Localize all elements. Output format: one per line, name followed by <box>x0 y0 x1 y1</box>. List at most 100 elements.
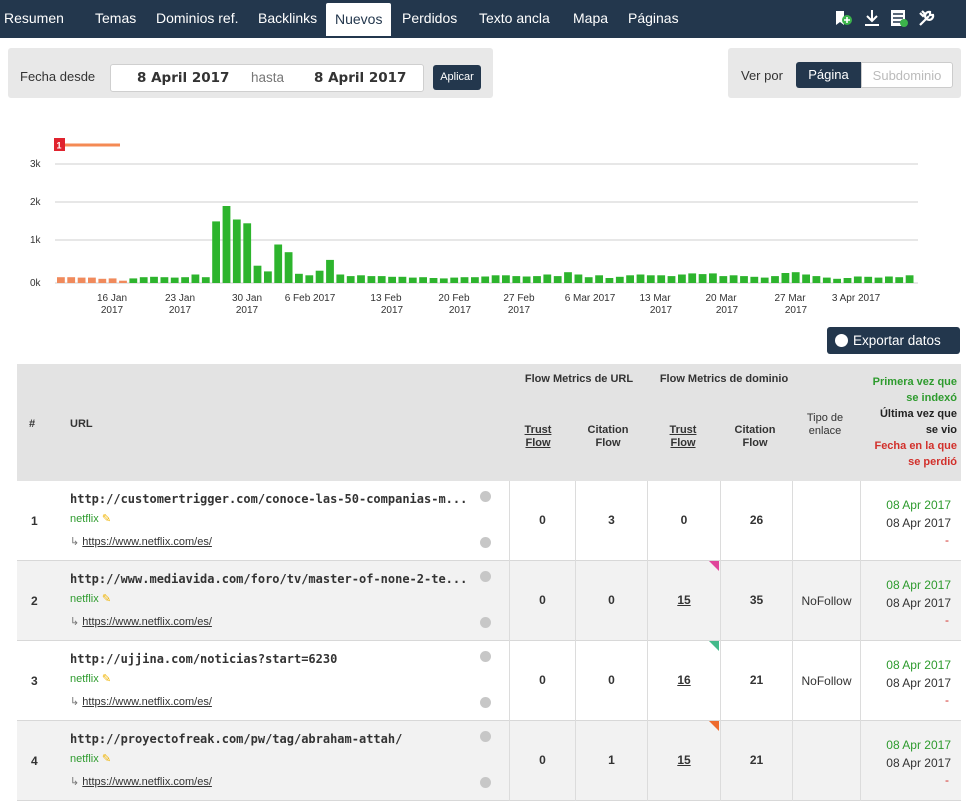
chart-bar[interactable] <box>885 276 893 284</box>
chart-bar[interactable] <box>626 275 634 283</box>
chart-bar[interactable] <box>191 274 200 284</box>
chart-bar[interactable] <box>636 274 645 284</box>
chart-bar[interactable] <box>781 273 790 283</box>
export-sheet-icon[interactable] <box>889 8 909 28</box>
anchor-text[interactable]: netflix ✎ <box>70 512 111 525</box>
date-from-value[interactable]: 8 April 2017 <box>137 70 229 86</box>
tab-nuevos[interactable]: Nuevos <box>326 3 392 36</box>
chart-bar[interactable] <box>222 206 231 283</box>
date-to-value[interactable]: 8 April 2017 <box>314 70 406 86</box>
chart-bar[interactable] <box>398 276 407 283</box>
chart-bar[interactable] <box>719 276 728 283</box>
chart-bar[interactable] <box>471 277 479 283</box>
gear-icon[interactable] <box>480 777 491 788</box>
chart-bar[interactable] <box>357 275 365 283</box>
anchor-text[interactable]: netflix ✎ <box>70 672 111 685</box>
col-citation-flow-url-header[interactable]: Citation Flow <box>578 424 638 450</box>
chart-bar[interactable] <box>833 278 841 283</box>
chart-bar[interactable] <box>253 265 262 283</box>
chart-bar[interactable] <box>181 277 189 283</box>
chart-bar[interactable] <box>574 274 583 284</box>
chart-bar[interactable] <box>67 277 76 283</box>
view-by-page-button[interactable]: Página <box>796 62 861 88</box>
bookmark-add-icon[interactable] <box>833 8 853 28</box>
chart-bar[interactable] <box>564 272 572 283</box>
gear-icon[interactable] <box>480 537 491 548</box>
tab-temas[interactable]: Temas <box>95 0 136 36</box>
source-url-link[interactable]: http://customertrigger.com/conoce-las-50… <box>70 492 467 506</box>
col-lost-date-header[interactable]: Fecha en la que se perdió <box>874 438 957 470</box>
chart-bar[interactable] <box>284 252 293 283</box>
chart-bar[interactable] <box>232 219 241 284</box>
chart-bar[interactable] <box>512 276 521 283</box>
chart-bar[interactable] <box>305 275 314 283</box>
chart-bar[interactable] <box>139 277 148 283</box>
gear-icon[interactable] <box>480 491 491 502</box>
chart-bar[interactable] <box>346 276 355 283</box>
gear-icon[interactable] <box>480 651 491 662</box>
chart-bar[interactable] <box>367 276 376 283</box>
col-link-type-header[interactable]: Tipo de enlace <box>793 412 857 438</box>
target-url-link[interactable]: https://www.netflix.com/es/ <box>82 536 212 548</box>
col-trust-flow-url-header[interactable]: Trust Flow <box>513 424 563 450</box>
apply-button[interactable]: Aplicar <box>433 65 481 90</box>
col-url-header[interactable]: URL <box>70 418 93 431</box>
chart-bar[interactable] <box>429 278 438 283</box>
chart-bar[interactable] <box>905 275 914 283</box>
chart-bar[interactable] <box>160 277 169 283</box>
chart-bar[interactable] <box>698 274 707 283</box>
chart-bar[interactable] <box>533 276 541 283</box>
anchor-text[interactable]: netflix ✎ <box>70 752 111 765</box>
view-by-subdomain-button[interactable]: Subdominio <box>861 62 953 88</box>
chart-bar[interactable] <box>460 277 469 283</box>
chart-bar[interactable] <box>605 278 614 283</box>
chart-bar[interactable] <box>553 276 562 283</box>
chart-bar[interactable] <box>874 277 883 283</box>
source-url-link[interactable]: http://www.mediavida.com/foro/tv/master-… <box>70 572 467 586</box>
tab-perdidos[interactable]: Perdidos <box>402 0 457 36</box>
chart-bar[interactable] <box>57 277 65 283</box>
tab-mapa[interactable]: Mapa <box>573 0 608 36</box>
chart-bar[interactable] <box>274 244 283 284</box>
target-url-link[interactable]: https://www.netflix.com/es/ <box>82 776 212 788</box>
chart-bar[interactable] <box>77 277 86 283</box>
tab-texto-ancla[interactable]: Texto ancla <box>479 0 550 36</box>
tab-resumen[interactable]: Resumen <box>4 0 64 36</box>
chart-bar[interactable] <box>729 275 738 283</box>
chart-bar[interactable] <box>295 273 303 283</box>
chart-bar[interactable] <box>481 276 490 284</box>
chart-bar[interactable] <box>129 278 138 283</box>
chart-bar[interactable] <box>615 276 624 283</box>
target-url[interactable]: ↳ https://www.netflix.com/es/ <box>70 775 212 788</box>
gear-icon[interactable] <box>480 697 491 708</box>
chart-bar[interactable] <box>439 278 448 283</box>
chart-bar[interactable] <box>170 277 179 283</box>
chart-bar[interactable] <box>315 270 324 283</box>
domain-trust-flow-value[interactable]: 15 <box>648 753 720 767</box>
chart-bar[interactable] <box>377 276 386 283</box>
chart-bar[interactable] <box>212 221 220 283</box>
domain-trust-flow-value[interactable]: 15 <box>648 593 720 607</box>
chart-bar[interactable] <box>822 277 831 283</box>
chart-bar[interactable] <box>264 271 272 283</box>
chart-bar[interactable] <box>802 274 810 284</box>
chart-bar[interactable] <box>812 276 821 283</box>
gear-icon[interactable] <box>480 571 491 582</box>
tab-dominios-ref[interactable]: Dominios ref. <box>156 0 238 36</box>
domain-trust-flow-value[interactable]: 16 <box>648 673 720 687</box>
col-last-seen-header[interactable]: Última vez que se vio <box>880 406 957 438</box>
download-icon[interactable] <box>862 8 882 28</box>
target-url-link[interactable]: https://www.netflix.com/es/ <box>82 616 212 628</box>
chart-bar[interactable] <box>119 280 127 283</box>
chart-bar[interactable] <box>243 223 252 283</box>
chart-bar[interactable] <box>388 276 396 283</box>
target-url[interactable]: ↳ https://www.netflix.com/es/ <box>70 695 212 708</box>
chart-bar[interactable] <box>678 274 686 284</box>
target-url[interactable]: ↳ https://www.netflix.com/es/ <box>70 615 212 628</box>
chart-bar[interactable] <box>150 276 158 283</box>
chart-bar[interactable] <box>408 277 417 283</box>
chart-bar[interactable] <box>709 273 717 283</box>
chart-bar[interactable] <box>657 275 666 283</box>
chart-bar[interactable] <box>895 277 904 283</box>
chart-bar[interactable] <box>419 277 427 283</box>
